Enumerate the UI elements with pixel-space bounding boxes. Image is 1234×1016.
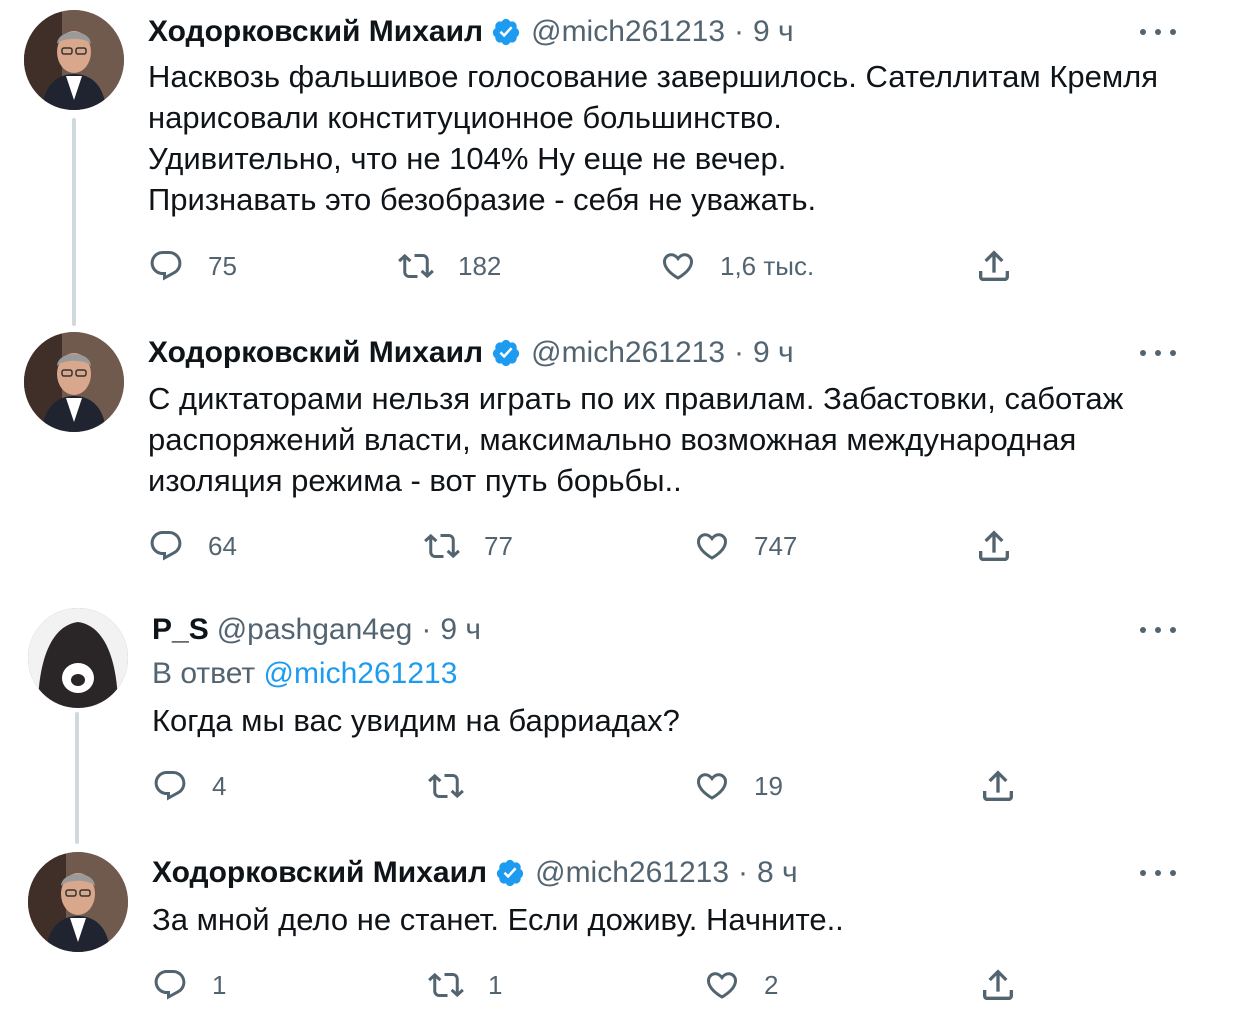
retweet-button[interactable]: 1 bbox=[428, 967, 502, 1003]
like-button[interactable]: 19 bbox=[694, 768, 783, 804]
retweet-button[interactable]: 77 bbox=[424, 528, 513, 564]
reply-context: В ответ @mich261213 bbox=[152, 656, 457, 692]
share-icon bbox=[983, 770, 1013, 801]
tweet-actions: 64 77 747 bbox=[148, 526, 1028, 566]
reply-count: 75 bbox=[208, 250, 237, 281]
tweet-header: Ходорковский Михаил @mich261213 · 9 ч bbox=[148, 335, 794, 371]
reply-button[interactable]: 1 bbox=[152, 967, 226, 1003]
more-options-icon[interactable] bbox=[1140, 618, 1176, 642]
reply-icon bbox=[150, 531, 182, 561]
like-icon bbox=[662, 253, 694, 280]
like-icon bbox=[696, 533, 728, 560]
tweet-header: Ходорковский Михаил @mich261213 · 8 ч bbox=[152, 855, 798, 891]
avatar-portrait bbox=[24, 10, 124, 110]
author-name[interactable]: Ходорковский Михаил bbox=[152, 855, 487, 891]
retweet-icon bbox=[428, 773, 464, 799]
author-handle[interactable]: @mich261213 bbox=[531, 14, 725, 50]
like-count: 747 bbox=[754, 530, 798, 561]
tweet-header: P_S @pashgan4eg · 9 ч bbox=[152, 612, 481, 648]
like-button[interactable]: 747 bbox=[694, 528, 797, 564]
tweet-actions: 4 19 bbox=[152, 766, 1032, 806]
tweet-actions: 75 182 1,6 тыс. bbox=[148, 246, 1028, 286]
tweet-time[interactable]: 9 ч bbox=[440, 612, 481, 648]
retweet-icon bbox=[424, 533, 460, 559]
tweet-text: Насквозь фальшивое голосование завершило… bbox=[148, 59, 1159, 217]
more-options-icon[interactable] bbox=[1140, 861, 1176, 885]
separator-dot: · bbox=[738, 856, 749, 889]
retweet-icon bbox=[398, 253, 434, 279]
reply-prefix: В ответ bbox=[152, 657, 264, 690]
more-options-icon[interactable] bbox=[1140, 341, 1176, 365]
tweet-text: Когда мы вас увидим на барриадах? bbox=[152, 703, 680, 738]
share-icon bbox=[983, 969, 1013, 1000]
reply-icon bbox=[154, 771, 186, 801]
reply-icon bbox=[150, 251, 182, 281]
avatar[interactable] bbox=[24, 10, 124, 110]
tweet-time[interactable]: 9 ч bbox=[753, 335, 794, 371]
like-button[interactable]: 1,6 тыс. bbox=[660, 248, 814, 284]
like-button[interactable]: 2 bbox=[704, 967, 778, 1003]
avatar[interactable] bbox=[24, 332, 124, 432]
avatar-masked-figure bbox=[28, 608, 128, 708]
author-handle[interactable]: @pashgan4eg bbox=[217, 612, 413, 648]
verified-badge-icon bbox=[492, 18, 520, 46]
reply-button[interactable]: 75 bbox=[148, 248, 237, 284]
tweet-text: За мной дело не станет. Если доживу. Нач… bbox=[152, 902, 844, 937]
reply-count: 64 bbox=[208, 530, 237, 561]
separator-dot: · bbox=[734, 336, 745, 369]
reply-count: 4 bbox=[212, 770, 227, 801]
share-button[interactable] bbox=[978, 965, 1018, 1005]
like-count: 2 bbox=[764, 969, 779, 1000]
tweet-time[interactable]: 8 ч bbox=[757, 855, 798, 891]
retweet-button[interactable] bbox=[428, 768, 464, 804]
more-options-icon[interactable] bbox=[1140, 20, 1176, 44]
thread-connector-line bbox=[72, 118, 76, 326]
tweet-header: Ходорковский Михаил @mich261213 · 9 ч bbox=[148, 14, 794, 50]
like-icon bbox=[696, 773, 728, 800]
author-name[interactable]: Ходорковский Михаил bbox=[148, 14, 483, 50]
retweet-count: 77 bbox=[484, 530, 513, 561]
like-count: 19 bbox=[754, 770, 783, 801]
avatar-portrait bbox=[24, 332, 124, 432]
verified-badge-icon bbox=[492, 339, 520, 367]
retweet-button[interactable]: 182 bbox=[398, 248, 501, 284]
tweet-text: С диктаторами нельзя играть по их правил… bbox=[148, 381, 1124, 498]
reply-button[interactable]: 4 bbox=[152, 768, 226, 804]
verified-badge-icon bbox=[496, 859, 524, 887]
like-count: 1,6 тыс. bbox=[720, 250, 815, 281]
tweet-actions: 1 1 2 bbox=[152, 965, 1032, 1005]
reply-count: 1 bbox=[212, 969, 227, 1000]
share-icon bbox=[979, 530, 1009, 561]
separator-dot: · bbox=[734, 15, 745, 48]
author-handle[interactable]: @mich261213 bbox=[531, 335, 725, 371]
avatar[interactable] bbox=[28, 852, 128, 952]
retweet-icon bbox=[428, 972, 464, 998]
retweet-count: 182 bbox=[458, 250, 502, 281]
author-handle[interactable]: @mich261213 bbox=[535, 855, 729, 891]
reply-button[interactable]: 64 bbox=[148, 528, 237, 564]
separator-dot: · bbox=[421, 613, 432, 646]
retweet-count: 1 bbox=[488, 969, 503, 1000]
reply-icon bbox=[154, 970, 186, 1000]
share-icon bbox=[979, 250, 1009, 281]
share-button[interactable] bbox=[974, 526, 1014, 566]
share-button[interactable] bbox=[974, 246, 1014, 286]
author-name[interactable]: Ходорковский Михаил bbox=[148, 335, 483, 371]
avatar[interactable] bbox=[28, 608, 128, 708]
tweet-time[interactable]: 9 ч bbox=[753, 14, 794, 50]
author-name[interactable]: P_S bbox=[152, 612, 209, 648]
reply-mention-link[interactable]: @mich261213 bbox=[263, 657, 457, 690]
thread-connector-line bbox=[75, 712, 79, 844]
avatar-portrait bbox=[28, 852, 128, 952]
share-button[interactable] bbox=[978, 766, 1018, 806]
like-icon bbox=[706, 972, 738, 999]
